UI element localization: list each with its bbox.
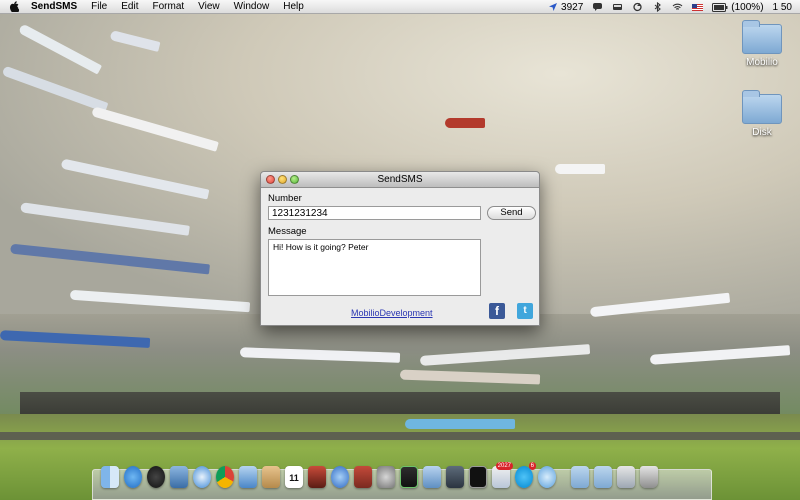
wallpaper-plane [405,419,515,429]
dock-icons: 11 2027 6 [101,462,658,488]
app-store-icon[interactable] [124,466,142,488]
wallpaper-runway [0,432,800,440]
desktop-icon-mobilio[interactable]: Mobilio [727,20,797,68]
menu-help[interactable]: Help [283,1,304,12]
chrome-icon[interactable] [216,466,234,488]
wallpaper-plane [445,118,485,128]
calendar-icon[interactable]: 11 [285,466,303,488]
mail-icon[interactable]: 2027 [492,462,513,488]
window-title: SendSMS [377,174,423,185]
desktop-icon-label: Mobilio [746,57,778,68]
menu-file[interactable]: File [91,1,107,12]
simulator-icon[interactable] [446,466,464,488]
photo-icon[interactable] [354,466,372,488]
wallpaper-plane [0,330,151,348]
terminal-icon[interactable] [469,466,487,488]
applications-folder-icon[interactable] [571,466,589,488]
system-preferences-icon[interactable] [377,466,395,488]
downloads-folder-icon[interactable] [617,466,635,488]
safari-icon[interactable] [193,466,211,488]
photo-booth-icon[interactable] [308,466,326,488]
location-arrow-icon [549,3,558,11]
number-field[interactable] [268,206,481,220]
skype-badge: 6 [528,462,536,470]
battery-percent: (100%) [731,1,764,13]
activity-monitor-icon[interactable] [400,466,418,488]
desktop-icon-disk[interactable]: Disk [727,90,797,138]
menu-format[interactable]: Format [152,1,184,12]
menu-edit[interactable]: Edit [121,1,138,12]
zoom-button[interactable] [290,175,299,184]
menu-bar: SendSMS File Edit Format View Window Hel… [0,0,800,14]
location-count: 3927 [561,1,584,13]
sync-icon[interactable] [632,2,643,12]
folder-icon [742,90,782,124]
skype-icon[interactable]: 6 [515,462,536,488]
us-flag-icon[interactable] [692,2,704,12]
drive-icon[interactable] [612,2,623,12]
menu-app-name[interactable]: SendSMS [31,1,77,12]
xcode-icon[interactable] [423,466,441,488]
menu-clock[interactable]: 1 50 [773,2,792,13]
contacts-icon[interactable] [262,466,280,488]
message-label: Message [268,226,307,237]
trash-icon[interactable] [640,466,658,488]
battery-icon [712,2,728,12]
messages-icon[interactable] [538,466,556,488]
menu-status-area: 3927 (100%) 1 50 [548,0,792,14]
itunes-icon[interactable] [331,466,349,488]
facebook-icon[interactable]: f [489,303,505,319]
message-field[interactable]: Hi! How is it going? Peter [268,239,481,296]
wallpaper-plane [649,345,791,365]
bluetooth-icon[interactable] [652,2,663,12]
battery-status[interactable]: (100%) [712,1,764,13]
send-button[interactable]: Send [487,206,536,220]
apple-menu-icon[interactable] [9,1,20,13]
twitter-icon[interactable]: t [517,303,533,319]
location-status[interactable]: 3927 [548,2,583,13]
menu-window[interactable]: Window [234,1,270,12]
wallpaper-plane [399,369,541,385]
chat-icon[interactable] [592,2,603,12]
mail-badge: 2027 [495,462,513,470]
window-controls [266,175,299,184]
desktop-icon-label: Disk [752,127,772,138]
menu-view[interactable]: View [198,1,220,12]
documents-folder-icon[interactable] [594,466,612,488]
close-button[interactable] [266,175,275,184]
sendsms-window: SendSMS Number Send Message Hi! How is i… [260,171,540,326]
facetime-icon[interactable] [239,466,257,488]
developer-link[interactable]: MobilioDevelopment [351,308,433,318]
wallpaper-plane [239,347,401,363]
dashboard-icon[interactable] [147,466,165,488]
dock: 11 2027 6 [92,462,712,500]
minimize-button[interactable] [278,175,287,184]
window-titlebar[interactable]: SendSMS [261,172,539,188]
finder-icon[interactable] [101,466,119,488]
folder-icon [742,20,782,54]
wifi-icon[interactable] [672,2,683,12]
preview-icon[interactable] [170,466,188,488]
wallpaper-plane [419,344,591,366]
number-label: Number [268,193,302,204]
wallpaper-plane [555,164,605,174]
